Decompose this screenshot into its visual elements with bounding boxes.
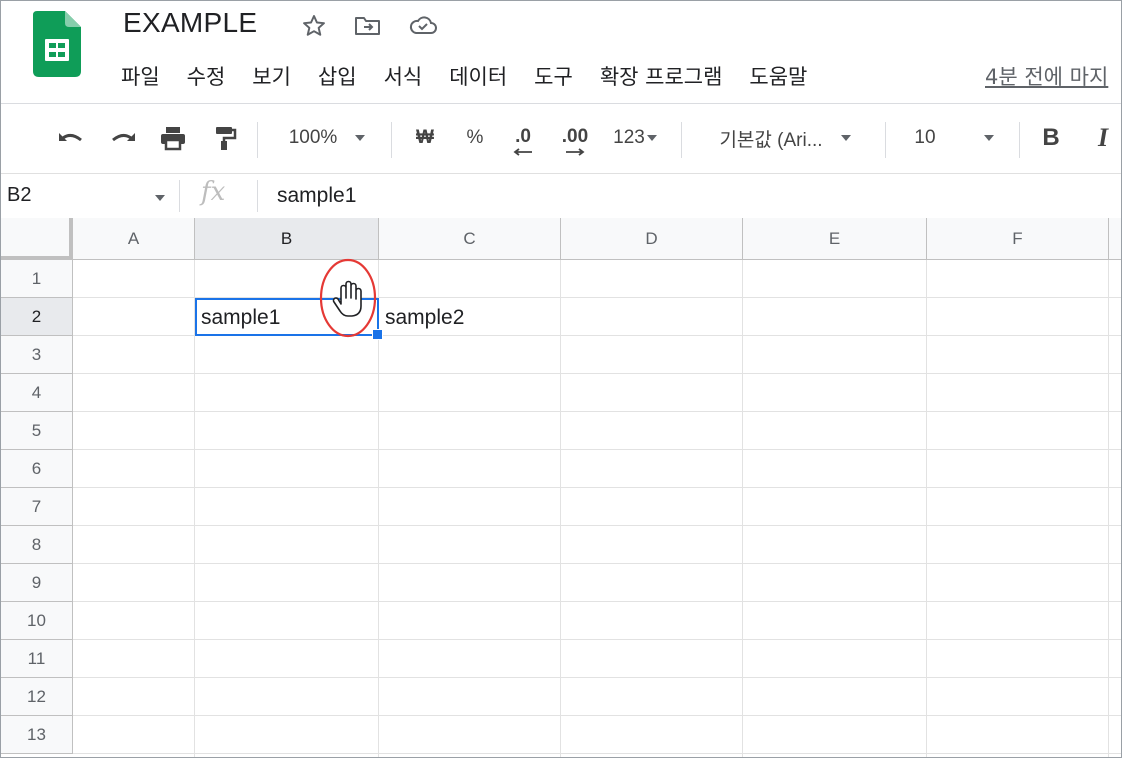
- zoom-value: 100%: [288, 127, 338, 148]
- toolbar-separator: [1019, 122, 1020, 158]
- chevron-down-icon[interactable]: [155, 195, 165, 201]
- print-icon[interactable]: [155, 104, 191, 172]
- menu-edit[interactable]: 수정: [187, 61, 226, 91]
- menu-data[interactable]: 데이터: [449, 61, 507, 91]
- row-header[interactable]: 2: [1, 298, 73, 336]
- menu-bar: 파일 수정 보기 삽입 서식 데이터 도구 확장 프로그램 도움말: [121, 61, 834, 91]
- menu-extensions[interactable]: 확장 프로그램: [600, 61, 723, 91]
- row-header[interactable]: 4: [1, 374, 73, 412]
- toolbar-separator: [885, 122, 886, 158]
- formula-bar: B2 fx sample1: [1, 173, 1121, 219]
- decrease-decimal-button[interactable]: .0: [503, 104, 543, 172]
- row-header[interactable]: 10: [1, 602, 73, 640]
- row-header[interactable]: 9: [1, 564, 73, 602]
- column-header-d[interactable]: D: [561, 218, 743, 260]
- row-header[interactable]: 3: [1, 336, 73, 374]
- arrow-right-icon: [566, 148, 585, 156]
- row-header[interactable]: 13: [1, 716, 73, 754]
- name-box[interactable]: B2: [7, 184, 31, 207]
- row-header[interactable]: 12: [1, 678, 73, 716]
- chevron-down-icon: [983, 135, 994, 141]
- menu-insert[interactable]: 삽입: [318, 61, 357, 91]
- arrow-left-icon: [513, 148, 532, 156]
- cloud-saved-icon[interactable]: [408, 11, 438, 41]
- row-header[interactable]: 8: [1, 526, 73, 564]
- row-header[interactable]: 1: [1, 260, 73, 298]
- column-header-a[interactable]: A: [73, 218, 195, 260]
- row-header[interactable]: 6: [1, 450, 73, 488]
- bold-button[interactable]: B: [1033, 104, 1069, 172]
- cell-c2[interactable]: sample2: [379, 298, 561, 336]
- paint-format-icon[interactable]: [207, 104, 243, 172]
- italic-button[interactable]: I: [1085, 104, 1121, 172]
- toolbar-separator: [681, 122, 682, 158]
- font-size-value: 10: [914, 127, 936, 148]
- column-header-b[interactable]: B: [195, 218, 379, 260]
- more-formats-button[interactable]: 123: [605, 104, 665, 172]
- chevron-down-icon: [355, 135, 366, 141]
- document-title[interactable]: EXAMPLE: [123, 7, 257, 39]
- move-to-folder-icon[interactable]: [353, 11, 383, 41]
- star-icon[interactable]: [299, 11, 329, 41]
- increase-decimal-button[interactable]: .00: [553, 104, 597, 172]
- font-select[interactable]: 기본값 (Ari...: [697, 104, 873, 172]
- zoom-select[interactable]: 100%: [271, 104, 383, 172]
- menu-help[interactable]: 도움말: [749, 61, 807, 91]
- formula-separator: [179, 180, 180, 212]
- menu-format[interactable]: 서식: [384, 61, 423, 91]
- row-header[interactable]: 5: [1, 412, 73, 450]
- percent-format-button[interactable]: %: [457, 104, 493, 172]
- toolbar: 100% ₩ % .0 .00 123 기본값 (Ari... 10 B I: [1, 104, 1121, 172]
- toolbar-separator: [257, 122, 258, 158]
- redo-icon[interactable]: [105, 104, 141, 172]
- menu-file[interactable]: 파일: [121, 61, 160, 91]
- formula-separator: [257, 180, 258, 212]
- sheets-logo-icon[interactable]: [33, 11, 81, 77]
- chevron-down-icon: [646, 135, 657, 141]
- last-edit-link[interactable]: 4분 전에 마지: [985, 61, 1108, 91]
- column-header-e[interactable]: E: [743, 218, 927, 260]
- font-size-select[interactable]: 10: [901, 104, 1007, 172]
- font-name: 기본값 (Ari...: [719, 129, 823, 151]
- select-all-corner[interactable]: [1, 218, 73, 260]
- menu-tools[interactable]: 도구: [534, 61, 573, 91]
- spreadsheet-window: EXAMPLE 파일 수정 보기 삽입 서식 데이터 도구 확장 프로그램 도움…: [0, 0, 1122, 758]
- row-header[interactable]: 11: [1, 640, 73, 678]
- column-header-c[interactable]: C: [379, 218, 561, 260]
- toolbar-separator: [391, 122, 392, 158]
- undo-icon[interactable]: [53, 104, 89, 172]
- currency-format-button[interactable]: ₩: [407, 104, 443, 172]
- chevron-down-icon: [840, 135, 851, 141]
- column-header-f[interactable]: F: [927, 218, 1109, 260]
- row-header[interactable]: 7: [1, 488, 73, 526]
- column-header-g[interactable]: [1109, 218, 1121, 260]
- hand-cursor-icon: [319, 258, 377, 338]
- formula-input[interactable]: sample1: [277, 184, 356, 208]
- menu-view[interactable]: 보기: [252, 61, 291, 91]
- fx-icon: fx: [201, 177, 226, 207]
